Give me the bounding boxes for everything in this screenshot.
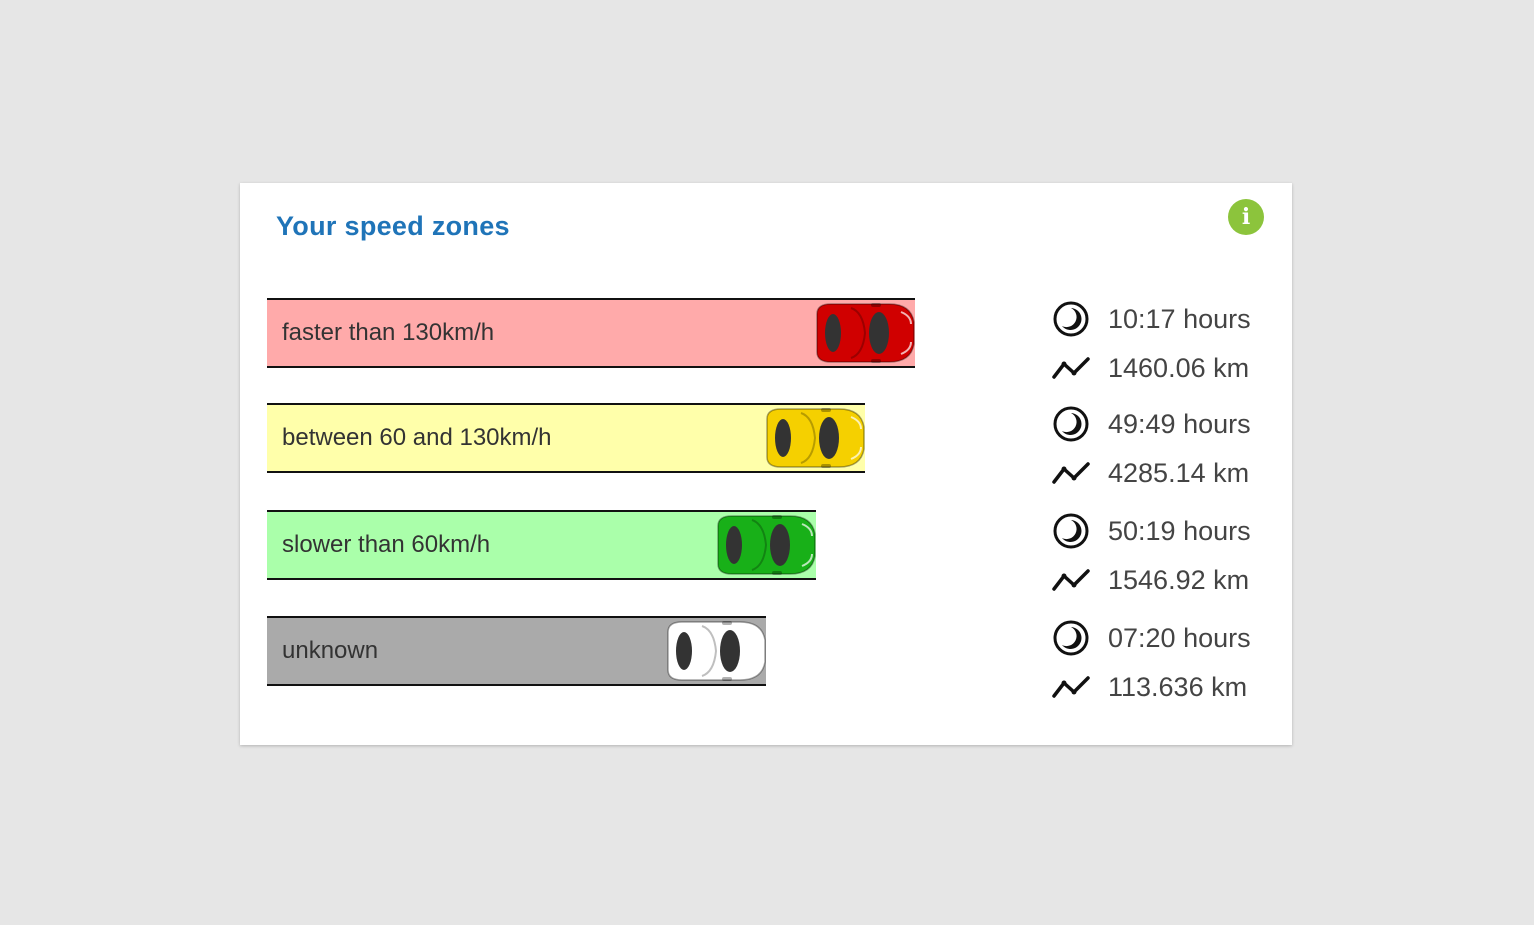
zone-label: slower than 60km/h (282, 531, 491, 558)
zone-label: unknown (282, 637, 379, 664)
zone-hours: 10:17 hours (1052, 299, 1251, 339)
zone-label: between 60 and 130km/h (282, 424, 552, 451)
zone-label: faster than 130km/h (282, 319, 495, 346)
clock-icon (1052, 299, 1094, 339)
route-icon (1052, 453, 1094, 493)
hours-value: 50:19 hours (1108, 515, 1251, 546)
route-icon (1052, 667, 1094, 707)
hours-value: 07:20 hours (1108, 622, 1251, 653)
hours-value: 10:17 hours (1108, 303, 1251, 334)
zone-distance: 113.636 km (1052, 667, 1247, 707)
zone-hours: 49:49 hours (1052, 404, 1251, 444)
hours-value: 49:49 hours (1108, 408, 1251, 439)
zone-distance: 1546.92 km (1052, 560, 1249, 600)
distance-value: 1546.92 km (1108, 564, 1250, 595)
distance-value: 1460.06 km (1108, 352, 1250, 383)
zone-bar-unknown: unknown (267, 616, 766, 686)
clock-icon (1052, 511, 1094, 551)
white-car-icon (662, 620, 766, 682)
route-icon (1052, 348, 1094, 388)
zone-hours: 50:19 hours (1052, 511, 1251, 551)
distance-value: 4285.14 km (1108, 457, 1250, 488)
clock-icon (1052, 618, 1094, 658)
green-car-icon (712, 514, 816, 576)
zone-distance: 4285.14 km (1052, 453, 1249, 493)
speed-zones-card: Your speed zones i faster than 130km/h 1… (240, 183, 1292, 745)
yellow-car-icon (761, 407, 865, 469)
zone-bar-slower: slower than 60km/h (267, 510, 816, 580)
zone-bar-between: between 60 and 130km/h (267, 403, 865, 473)
info-icon[interactable]: i (1228, 199, 1264, 235)
red-car-icon (811, 302, 915, 364)
widget-title: Your speed zones (276, 211, 510, 241)
clock-icon (1052, 404, 1094, 444)
route-icon (1052, 560, 1094, 600)
zone-hours: 07:20 hours (1052, 618, 1251, 658)
zone-bar-faster: faster than 130km/h (267, 298, 915, 368)
distance-value: 113.636 km (1108, 671, 1248, 702)
zone-distance: 1460.06 km (1052, 348, 1249, 388)
